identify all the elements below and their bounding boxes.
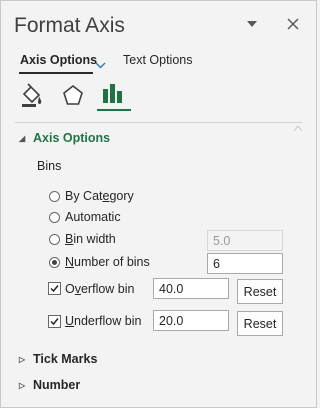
checkmark-icon [50, 318, 59, 326]
section-axis-options-header[interactable]: ◢ Axis Options [19, 131, 110, 145]
tab-axis-options[interactable]: Axis Options [20, 53, 97, 67]
automatic-label[interactable]: Automatic [65, 210, 121, 224]
section-number-label: Number [33, 378, 81, 392]
tab-selected-underline [19, 72, 93, 74]
checkmark-icon [50, 285, 59, 293]
task-pane-options-icon[interactable] [242, 14, 262, 34]
chevron-down-icon[interactable] [95, 56, 106, 74]
overflow-reset-button[interactable]: Reset [237, 279, 283, 304]
collapse-indicator-icon [293, 118, 303, 136]
number-of-bins-field[interactable] [207, 253, 283, 274]
section-tick-marks-label: Tick Marks [33, 352, 98, 366]
underflow-bin-label[interactable]: Underflow bin [65, 314, 141, 328]
overflow-bin-field[interactable] [153, 278, 229, 299]
format-axis-pane: Format Axis Axis Options Text Options ◢ … [0, 0, 317, 408]
icon-selected-indicator [97, 109, 131, 111]
axis-options-chart-icon[interactable] [99, 79, 127, 107]
overflow-bin-checkbox[interactable] [48, 282, 61, 295]
bin-width-radio[interactable] [49, 234, 60, 245]
bins-label: Bins [37, 159, 62, 173]
tab-text-options[interactable]: Text Options [123, 53, 192, 67]
underflow-bin-checkbox[interactable] [48, 315, 61, 328]
fill-line-icon[interactable] [18, 81, 46, 109]
collapsed-triangle-icon: ▷ [19, 354, 26, 364]
by-category-label[interactable]: By Category [65, 189, 134, 203]
expanded-triangle-icon: ◢ [19, 133, 26, 143]
bin-width-field[interactable] [207, 230, 283, 251]
section-axis-options-label: Axis Options [33, 131, 111, 145]
tab-axis-options-label: Axis Options [20, 53, 98, 67]
underflow-reset-button[interactable]: Reset [237, 311, 283, 336]
by-category-radio[interactable] [49, 191, 60, 202]
effects-pentagon-icon[interactable] [59, 81, 87, 109]
underflow-bin-field[interactable] [153, 310, 229, 331]
divider [15, 122, 302, 123]
number-of-bins-radio[interactable] [49, 257, 60, 268]
section-number-header[interactable]: ▷ Number [19, 378, 80, 392]
automatic-radio[interactable] [49, 212, 60, 223]
overflow-bin-label[interactable]: Overflow bin [65, 282, 134, 296]
close-icon[interactable] [283, 14, 303, 34]
section-tick-marks-header[interactable]: ▷ Tick Marks [19, 352, 97, 366]
collapsed-triangle-icon: ▷ [19, 380, 26, 390]
pane-title: Format Axis [14, 14, 125, 37]
number-of-bins-label[interactable]: Number of bins [65, 255, 150, 269]
bin-width-label[interactable]: Bin width [65, 232, 116, 246]
